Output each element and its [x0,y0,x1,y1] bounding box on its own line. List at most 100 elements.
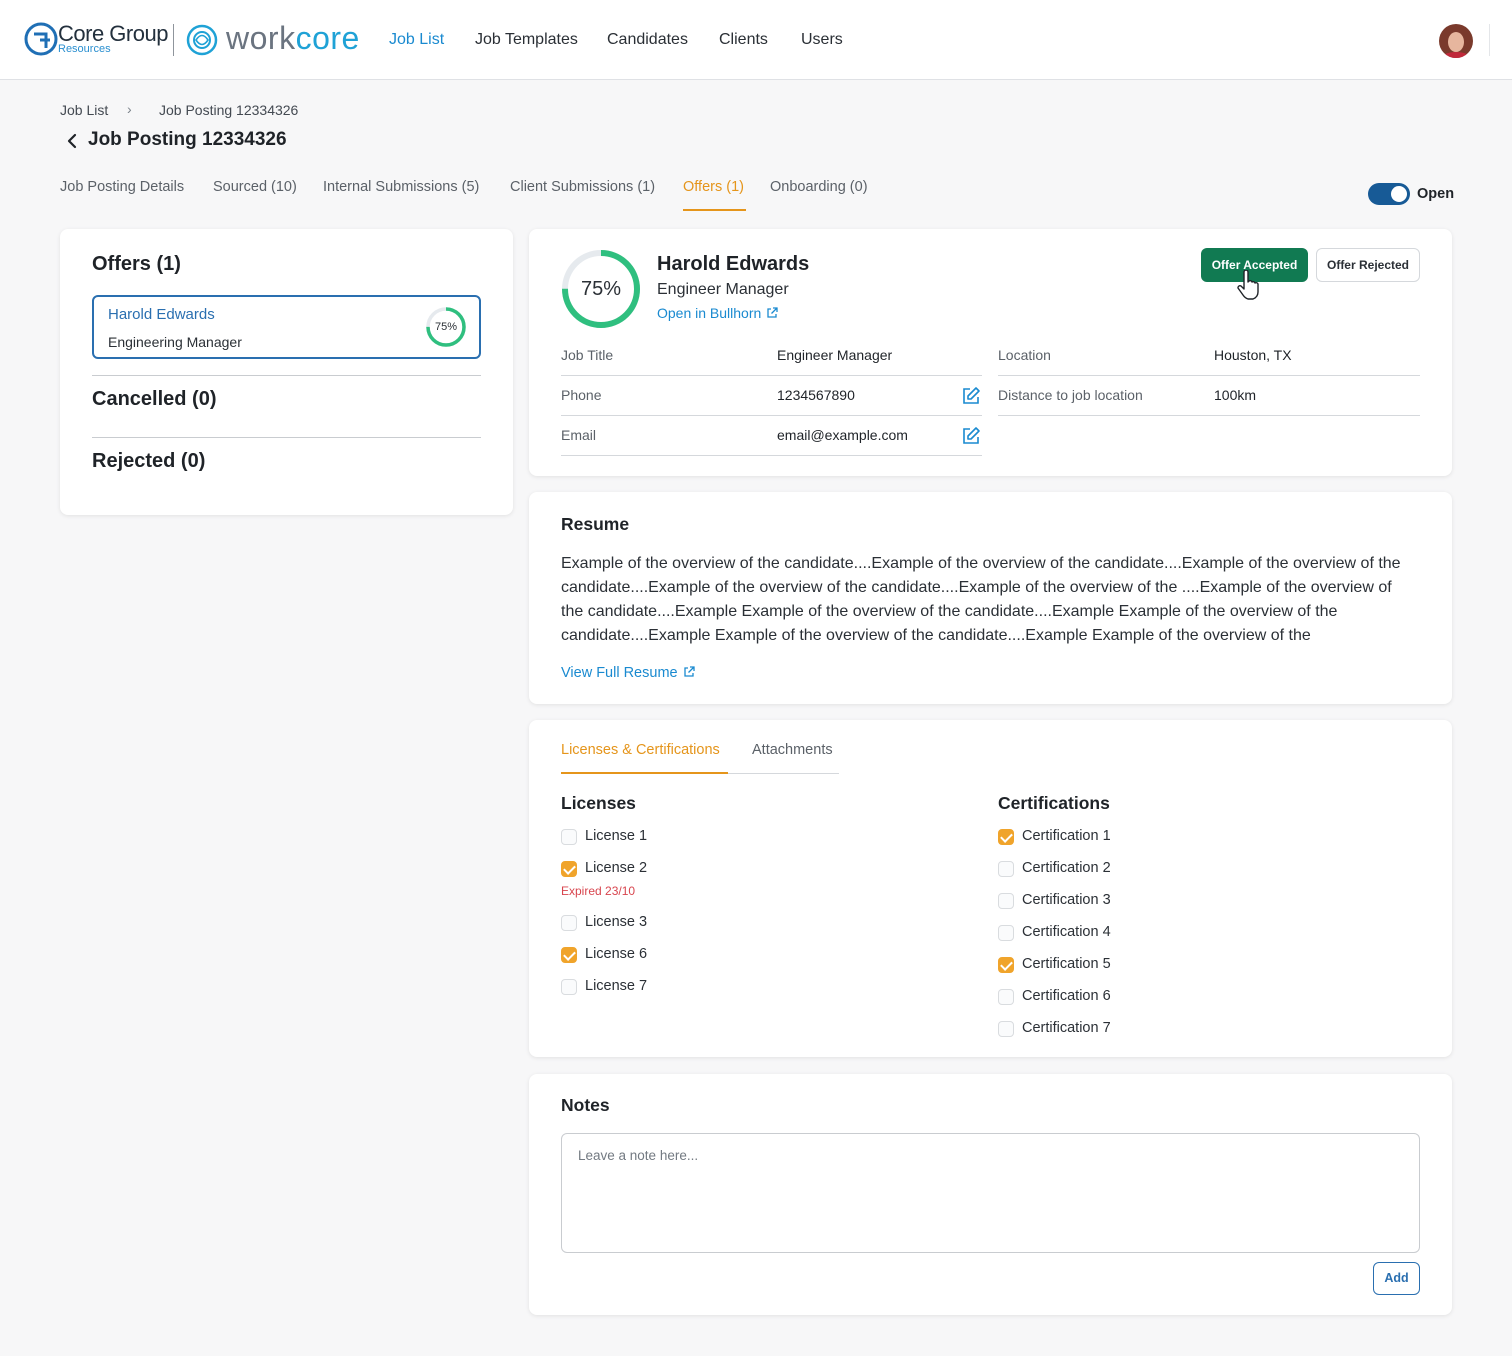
distance-value: 100km [1214,387,1257,403]
offers-heading: Offers (1) [92,253,181,275]
note-placeholder: Leave a note here... [578,1148,699,1163]
certification-label: Certification 5 [1022,956,1111,972]
tab-offers[interactable]: Offers (1) [683,179,744,195]
license-label: License 7 [585,978,648,994]
open-in-bullhorn-link[interactable]: Open in Bullhorn [657,305,778,321]
candidate-detail-card: 75% Harold Edwards Engineer Manager Open… [529,229,1452,476]
notes-heading: Notes [561,1095,610,1115]
cancelled-heading[interactable]: Cancelled (0) [92,388,216,411]
workcore-suffix: core [295,20,360,56]
section-divider [92,437,481,438]
workcore-logo-icon [186,24,218,56]
certification-label: Certification 2 [1022,860,1111,876]
tab-onboarding[interactable]: Onboarding (0) [770,179,868,195]
tab-internal-submissions[interactable]: Internal Submissions (5) [323,179,479,195]
offer-list-item[interactable]: Harold Edwards Engineering Manager 75% [92,295,481,359]
license-expired-note: Expired 23/10 [561,884,636,898]
offers-list-card: Offers (1) Harold Edwards Engineering Ma… [60,229,513,515]
license-checkbox[interactable] [561,947,577,963]
nav-candidates[interactable]: Candidates [607,31,688,49]
candidate-name: Harold Edwards [657,253,810,275]
candidate-role: Engineer Manager [657,281,789,298]
nav-clients[interactable]: Clients [719,31,768,49]
back-arrow-icon[interactable] [64,132,80,150]
license-label: License 6 [585,946,648,962]
certification-label: Certification 1 [1022,828,1111,844]
field-divider [561,415,982,416]
email-value: email@example.com [777,427,908,443]
certification-label: Certification 3 [1022,892,1111,908]
license-checkbox[interactable] [561,829,577,845]
tab-job-posting-details[interactable]: Job Posting Details [60,179,184,195]
license-checkbox[interactable] [561,861,577,877]
licenses-certifications-card: Licenses & Certifications Attachments Li… [529,720,1452,1057]
distance-label: Distance to job location [998,387,1143,403]
match-percent-large: 75% [580,278,622,300]
license-checkbox[interactable] [561,979,577,995]
view-full-resume-link[interactable]: View Full Resume [561,665,695,681]
tab-client-submissions[interactable]: Client Submissions (1) [510,179,655,195]
certification-checkbox[interactable] [998,829,1014,845]
active-subtab-indicator [561,772,728,774]
nav-job-list[interactable]: Job List [389,31,444,49]
resume-summary: Example of the overview of the candidate… [561,555,1401,644]
certification-checkbox[interactable] [998,861,1014,877]
topbar-divider [1489,24,1490,56]
offer-rejected-button[interactable]: Offer Rejected [1316,248,1420,282]
resume-card: Resume Example of the overview of the ca… [529,492,1452,704]
location-value: Houston, TX [1214,347,1292,363]
certification-label: Certification 4 [1022,924,1111,940]
field-divider [998,375,1420,376]
certification-checkbox[interactable] [998,893,1014,909]
breadcrumb-chevron-icon: › [127,101,132,117]
breadcrumb-job-list[interactable]: Job List [60,102,108,118]
edit-phone-icon[interactable] [961,386,981,406]
status-toggle[interactable] [1368,183,1410,205]
match-percent: 75% [434,321,458,333]
tab-licenses-certifications[interactable]: Licenses & Certifications [561,742,720,758]
offer-candidate-role: Engineering Manager [108,334,242,350]
resume-heading: Resume [561,514,630,534]
license-checkbox[interactable] [561,915,577,931]
note-textarea[interactable]: Leave a note here... [561,1133,1420,1253]
active-tab-indicator [683,209,746,211]
nav-users[interactable]: Users [801,31,843,49]
certification-checkbox[interactable] [998,925,1014,941]
section-divider [92,375,481,376]
nav-job-templates[interactable]: Job Templates [475,31,578,49]
view-full-resume-label: View Full Resume [561,665,678,681]
workcore-prefix: work [226,20,296,56]
field-divider [998,415,1420,416]
licenses-heading: Licenses [561,793,636,813]
certification-checkbox[interactable] [998,989,1014,1005]
edit-email-icon[interactable] [961,426,981,446]
notes-card: Notes Leave a note here... Add [529,1074,1452,1315]
external-link-icon [683,666,695,677]
phone-label: Phone [561,387,602,403]
job-title-value: Engineer Manager [777,347,893,363]
certification-label: Certification 7 [1022,1020,1111,1036]
status-toggle-label: Open [1417,186,1455,202]
top-navigation-bar: Core Group Resources workcore Job List J… [0,0,1512,80]
bullhorn-link-label: Open in Bullhorn [657,305,762,321]
certification-label: Certification 6 [1022,988,1111,1004]
toggle-knob [1391,186,1407,202]
core-group-logo-icon [24,22,58,56]
user-avatar[interactable] [1439,24,1473,58]
field-divider [561,375,982,376]
external-link-icon [767,307,778,318]
add-note-button[interactable]: Add [1373,1262,1420,1295]
license-label: License 3 [585,914,648,930]
hand-pointer-cursor-icon [1237,270,1259,300]
workcore-logo-text: workcore [226,20,360,57]
field-divider [561,455,982,456]
offer-candidate-name: Harold Edwards [108,306,215,323]
tab-sourced[interactable]: Sourced (10) [213,179,297,195]
certification-checkbox[interactable] [998,1021,1014,1037]
certification-checkbox[interactable] [998,957,1014,973]
email-label: Email [561,427,597,443]
tab-attachments[interactable]: Attachments [752,742,833,758]
rejected-heading[interactable]: Rejected (0) [92,450,205,473]
phone-value: 1234567890 [777,387,855,403]
location-label: Location [998,347,1051,363]
